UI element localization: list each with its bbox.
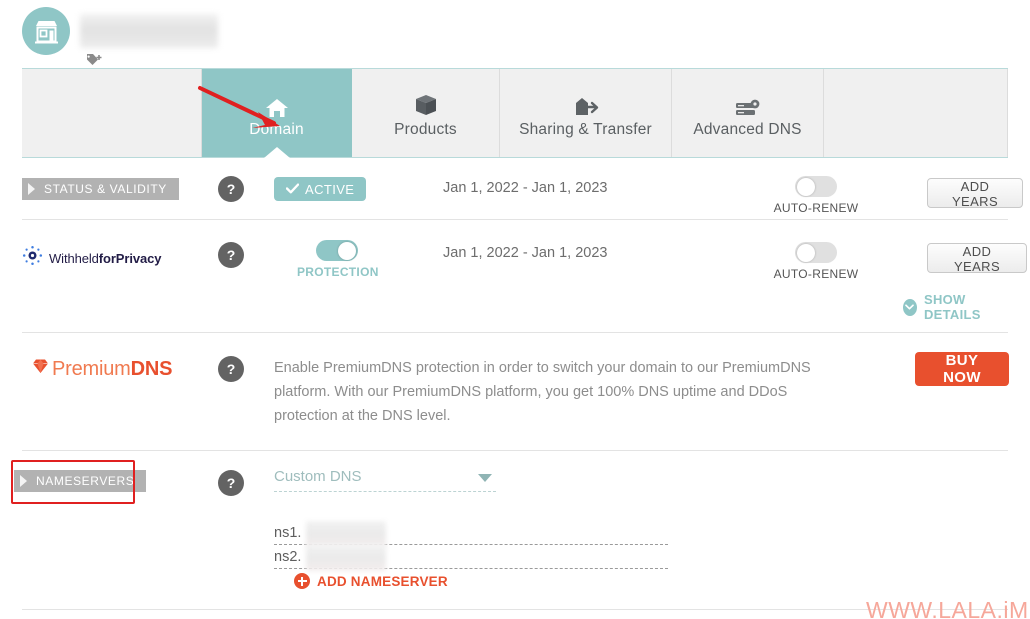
buy-now-button[interactable]: BUY NOW: [915, 352, 1009, 386]
watermark: WWW.LALA.iM: [866, 597, 1029, 619]
dns-type-select-value: Custom DNS: [274, 468, 362, 485]
box-icon: [413, 87, 439, 119]
logo-text-part2: forPrivacy: [98, 250, 162, 266]
divider-3: [22, 450, 1008, 451]
privacy-autorenew-label: AUTO-RENEW: [773, 267, 859, 281]
tag-plus-icon[interactable]: [84, 52, 104, 68]
nameserver-value-2-redacted: [306, 545, 386, 571]
page-header: [0, 0, 1030, 68]
status-date-range: Jan 1, 2022 - Jan 1, 2023: [443, 180, 608, 196]
tab-empty-area: [824, 69, 1008, 157]
tab-products[interactable]: Products: [352, 69, 500, 157]
share-arrow-icon: [572, 87, 600, 119]
privacy-help-icon[interactable]: ?: [218, 242, 244, 268]
home-icon: [264, 87, 290, 119]
privacy-autorenew-group: AUTO-RENEW: [772, 242, 860, 281]
add-nameserver-label: ADD NAMESERVER: [317, 573, 448, 589]
withheldforprivacy-logo-text: WithheldforPrivacy: [49, 251, 161, 266]
premiumdns-row: Premium DNS ? Enable PremiumDNS protectio…: [22, 352, 1009, 442]
storefront-icon: [33, 19, 60, 44]
divider-4: [22, 609, 1008, 610]
protection-toggle[interactable]: [316, 240, 358, 261]
nameserver-input-1[interactable]: ns1.: [274, 521, 668, 547]
divider-1: [22, 219, 1008, 220]
privacy-autorenew-toggle[interactable]: [795, 242, 837, 263]
privacy-date-range: Jan 1, 2022 - Jan 1, 2023: [443, 245, 608, 261]
premiumdns-logo-light: Premium: [52, 357, 131, 380]
status-validity-row: STATUS & VALIDITY ? ACTIVE Jan 1, 2022 -…: [22, 176, 1023, 222]
nameserver-prefix-2: ns2.: [274, 549, 302, 565]
premiumdns-description: Enable PremiumDNS protection in order to…: [274, 360, 811, 424]
account-name-redacted: [80, 14, 218, 48]
tab-domain[interactable]: Domain: [202, 69, 352, 157]
check-icon: [285, 182, 300, 197]
premiumdns-help-icon[interactable]: ?: [218, 356, 244, 382]
tab-products-label: Products: [394, 121, 457, 138]
tab-sharing-transfer-label: Sharing & Transfer: [519, 121, 652, 138]
withheldforprivacy-logo: WithheldforPrivacy: [22, 245, 161, 271]
add-nameserver-button[interactable]: ADD NAMESERVER: [294, 573, 448, 589]
nameserver-input-2[interactable]: ns2.: [274, 545, 668, 571]
show-details-link[interactable]: SHOW DETAILS: [903, 292, 1008, 322]
annotation-highlight-nameservers: [11, 460, 135, 504]
autorenew-toggle-group: AUTO-RENEW: [772, 176, 860, 215]
tab-spacer-left: [22, 69, 202, 157]
autorenew-toggle-label: AUTO-RENEW: [773, 201, 859, 215]
status-badge: ACTIVE: [274, 177, 367, 201]
protection-toggle-group: PROTECTION: [297, 240, 379, 279]
dns-server-icon: [733, 87, 763, 119]
status-validity-ribbon: STATUS & VALIDITY: [22, 178, 179, 200]
divider-2: [22, 332, 1008, 333]
tab-advanced-dns[interactable]: Advanced DNS: [672, 69, 824, 157]
autorenew-toggle[interactable]: [795, 176, 837, 197]
tab-sharing-transfer[interactable]: Sharing & Transfer: [500, 69, 672, 157]
nameservers-help-icon[interactable]: ?: [218, 470, 244, 496]
show-details-label: SHOW DETAILS: [923, 292, 981, 322]
status-validity-ribbon-label: STATUS & VALIDITY: [44, 182, 167, 196]
domain-management-page: Domain Products Sharing & Transfer Advan…: [0, 0, 1030, 619]
avatar[interactable]: [22, 7, 70, 55]
dns-type-select[interactable]: Custom DNS: [274, 468, 496, 492]
caret-down-icon: [478, 474, 492, 482]
tab-advanced-dns-label: Advanced DNS: [693, 121, 802, 138]
protection-toggle-label: PROTECTION: [297, 265, 379, 279]
status-badge-label: ACTIVE: [305, 181, 355, 197]
plus-circle-icon: [294, 573, 310, 589]
premiumdns-logo-bold: DNS: [130, 357, 173, 380]
chevron-down-icon: [903, 298, 917, 316]
tab-domain-label: Domain: [249, 121, 304, 138]
add-years-button-privacy[interactable]: ADD YEARS: [927, 243, 1027, 274]
logo-text-part1: Withheld: [49, 250, 99, 266]
add-years-button-status[interactable]: ADD YEARS: [927, 178, 1023, 209]
premiumdns-logo: Premium DNS: [31, 357, 172, 381]
nameserver-value-1-redacted: [306, 521, 386, 547]
main-tab-bar: Domain Products Sharing & Transfer Advan…: [22, 68, 1008, 158]
gem-icon: [31, 357, 50, 381]
status-help-icon[interactable]: ?: [218, 176, 244, 202]
privacy-row: WithheldforPrivacy ? PROTECTION Jan 1, 2…: [22, 240, 1027, 322]
nameservers-row: NAMESERVERS ? Custom DNS ns1. ns2. ADD N…: [14, 466, 1008, 596]
nameserver-prefix-1: ns1.: [274, 525, 302, 541]
privacy-burst-icon: [22, 245, 43, 271]
